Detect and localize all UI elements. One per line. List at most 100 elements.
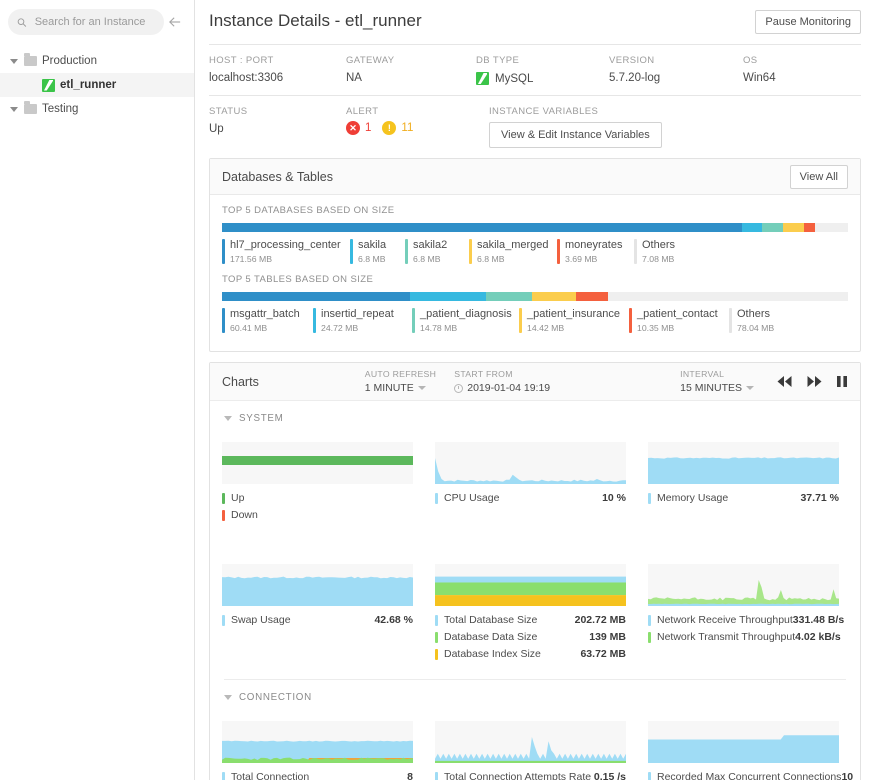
search-input[interactable]	[32, 15, 155, 29]
auto-refresh-value-row[interactable]: 1 MINUTE	[365, 382, 437, 394]
legend-item[interactable]: hl7_processing_center 171.56 MB	[222, 239, 350, 264]
max-concurrent-chart[interactable]: Recorded Max Concurrent Connections 10	[648, 721, 853, 780]
legend-swatch	[222, 308, 225, 333]
charts-card-header: Charts AUTO REFRESH 1 MINUTE START FROM …	[210, 363, 860, 401]
start-from-control[interactable]: START FROM 2019-01-04 19:19	[454, 369, 550, 394]
search-box[interactable]	[8, 9, 164, 35]
total-connection-chart-sparkline[interactable]	[222, 721, 413, 763]
chart-group-header-connection[interactable]: CONNECTION	[210, 680, 860, 703]
legend-swatch	[350, 239, 353, 264]
legend-size: 14.78 MB	[420, 323, 458, 333]
legend-swatch	[648, 615, 651, 626]
bar-segment[interactable]	[222, 223, 742, 232]
arrow-left-icon	[169, 17, 181, 27]
legend-item[interactable]: _patient_insurance 14.42 MB	[519, 308, 629, 333]
status-chart[interactable]: Up Down	[222, 442, 413, 524]
charts-title: Charts	[222, 374, 259, 389]
legend-name: Down	[231, 509, 258, 521]
bar-segment[interactable]	[531, 292, 577, 301]
memory-usage-chart[interactable]: Memory Usage 37.71 %	[648, 442, 839, 524]
legend-swatch	[222, 772, 225, 780]
view-all-button[interactable]: View All	[789, 164, 848, 189]
view-edit-instance-variables-button[interactable]: View & Edit Instance Variables	[489, 122, 662, 148]
chart-legend: Total Connection 8 Running Connection 2 …	[222, 769, 413, 780]
legend-item[interactable]: Others 7.08 MB	[634, 239, 689, 264]
bar-segment[interactable]	[762, 223, 783, 232]
chart-groups: SYSTEM Up Down CPU Usage 10 % Memory Usa…	[210, 401, 860, 780]
legend-size: 3.69 MB	[565, 254, 598, 264]
meta-alert: ALERT ✕ 1 ! 11	[346, 106, 489, 148]
bar-segment[interactable]	[608, 292, 848, 301]
legend-item[interactable]: sakila 6.8 MB	[350, 239, 405, 264]
legend-item[interactable]: _patient_contact 10.35 MB	[629, 308, 729, 333]
legend-item[interactable]: Others 78.04 MB	[729, 308, 788, 333]
max-concurrent-chart-sparkline[interactable]	[648, 721, 839, 763]
bar-segment[interactable]	[741, 223, 763, 232]
connection-attempts-chart-sparkline[interactable]	[435, 721, 626, 763]
total-connection-chart[interactable]: Total Connection 8 Running Connection 2 …	[222, 721, 413, 780]
chart-grid-system: Up Down CPU Usage 10 % Memory Usage 37.7…	[210, 424, 860, 663]
legend-item[interactable]: _patient_diagnosis 14.78 MB	[412, 308, 519, 333]
sidebar-item-etl-runner[interactable]: etl_runner	[0, 73, 194, 97]
swap-usage-chart[interactable]: Swap Usage 42.68 %	[222, 564, 413, 663]
interval-control[interactable]: INTERVAL 15 MINUTES	[680, 369, 754, 394]
chart-legend-row: CPU Usage 10 %	[435, 490, 626, 507]
search-icon	[17, 17, 27, 27]
start-from-value: 2019-01-04 19:19	[467, 382, 551, 394]
connection-attempts-chart[interactable]: Total Connection Attempts Rate 0.15 /s F…	[435, 721, 626, 780]
legend-value: 63.72 MB	[580, 648, 626, 660]
network-throughput-chart[interactable]: Network Receive Throughput 331.48 B/s Ne…	[648, 564, 844, 663]
warning-alert-icon[interactable]: !	[382, 121, 397, 135]
legend-item[interactable]: sakila_merged 6.8 MB	[469, 239, 557, 264]
legend-swatch	[435, 493, 438, 504]
chart-group-header-system[interactable]: SYSTEM	[210, 401, 860, 424]
pause-monitoring-button[interactable]: Pause Monitoring	[755, 10, 861, 34]
bar-segment[interactable]	[576, 292, 609, 301]
chart-legend: Total Connection Attempts Rate 0.15 /s F…	[435, 769, 626, 780]
sidebar-collapse-icon[interactable]	[164, 11, 186, 33]
legend-swatch	[629, 308, 632, 333]
top-databases-legend: hl7_processing_center 171.56 MB sakila 6.8 …	[222, 239, 848, 264]
cpu-usage-chart-sparkline[interactable]	[435, 442, 626, 484]
legend-swatch	[313, 308, 316, 333]
bar-segment[interactable]	[409, 292, 487, 301]
meta-label: VERSION	[609, 55, 655, 66]
status-chart-sparkline[interactable]	[222, 442, 413, 484]
chart-legend: CPU Usage 10 %	[435, 490, 626, 507]
bar-segment[interactable]	[486, 292, 532, 301]
legend-name: Swap Usage	[231, 614, 291, 626]
forward-button[interactable]	[806, 375, 823, 388]
meta-value: Win64	[743, 72, 776, 84]
network-throughput-chart-sparkline[interactable]	[648, 564, 839, 606]
rewind-button[interactable]	[776, 375, 793, 388]
pause-button[interactable]	[836, 375, 848, 388]
bar-segment[interactable]	[803, 223, 815, 232]
bar-segment[interactable]	[782, 223, 804, 232]
legend-swatch	[435, 632, 438, 643]
tree-node-production[interactable]: Production	[0, 49, 194, 73]
chart-legend-row: Memory Usage 37.71 %	[648, 490, 839, 507]
legend-item[interactable]: sakila2 6.8 MB	[405, 239, 469, 264]
database-size-chart[interactable]: Total Database Size 202.72 MB Database D…	[435, 564, 626, 663]
critical-alert-icon[interactable]: ✕	[346, 121, 360, 135]
bar-segment[interactable]	[222, 292, 410, 301]
legend-item[interactable]: moneyrates 3.69 MB	[557, 239, 634, 264]
legend-value: 331.48 B/s	[792, 614, 845, 626]
bar-segment[interactable]	[814, 223, 848, 232]
start-from-value-row[interactable]: 2019-01-04 19:19	[454, 382, 550, 394]
database-size-chart-sparkline[interactable]	[435, 564, 626, 606]
legend-swatch	[435, 649, 438, 660]
meta-label: ALERT	[346, 106, 379, 117]
cpu-usage-chart[interactable]: CPU Usage 10 %	[435, 442, 626, 524]
legend-item[interactable]: insertid_repeat 24.72 MB	[313, 308, 412, 333]
legend-size: 78.04 MB	[737, 323, 775, 333]
memory-usage-chart-sparkline[interactable]	[648, 442, 839, 484]
legend-swatch	[634, 239, 637, 264]
legend-name: sakila2	[413, 239, 448, 251]
tree-node-testing[interactable]: Testing	[0, 97, 194, 121]
legend-item[interactable]: msgattr_batch 60.41 MB	[222, 308, 313, 333]
auto-refresh-control[interactable]: AUTO REFRESH 1 MINUTE	[365, 369, 437, 394]
swap-usage-chart-sparkline[interactable]	[222, 564, 413, 606]
interval-value-row[interactable]: 15 MINUTES	[680, 382, 754, 394]
tree-node-label: Testing	[42, 103, 79, 115]
